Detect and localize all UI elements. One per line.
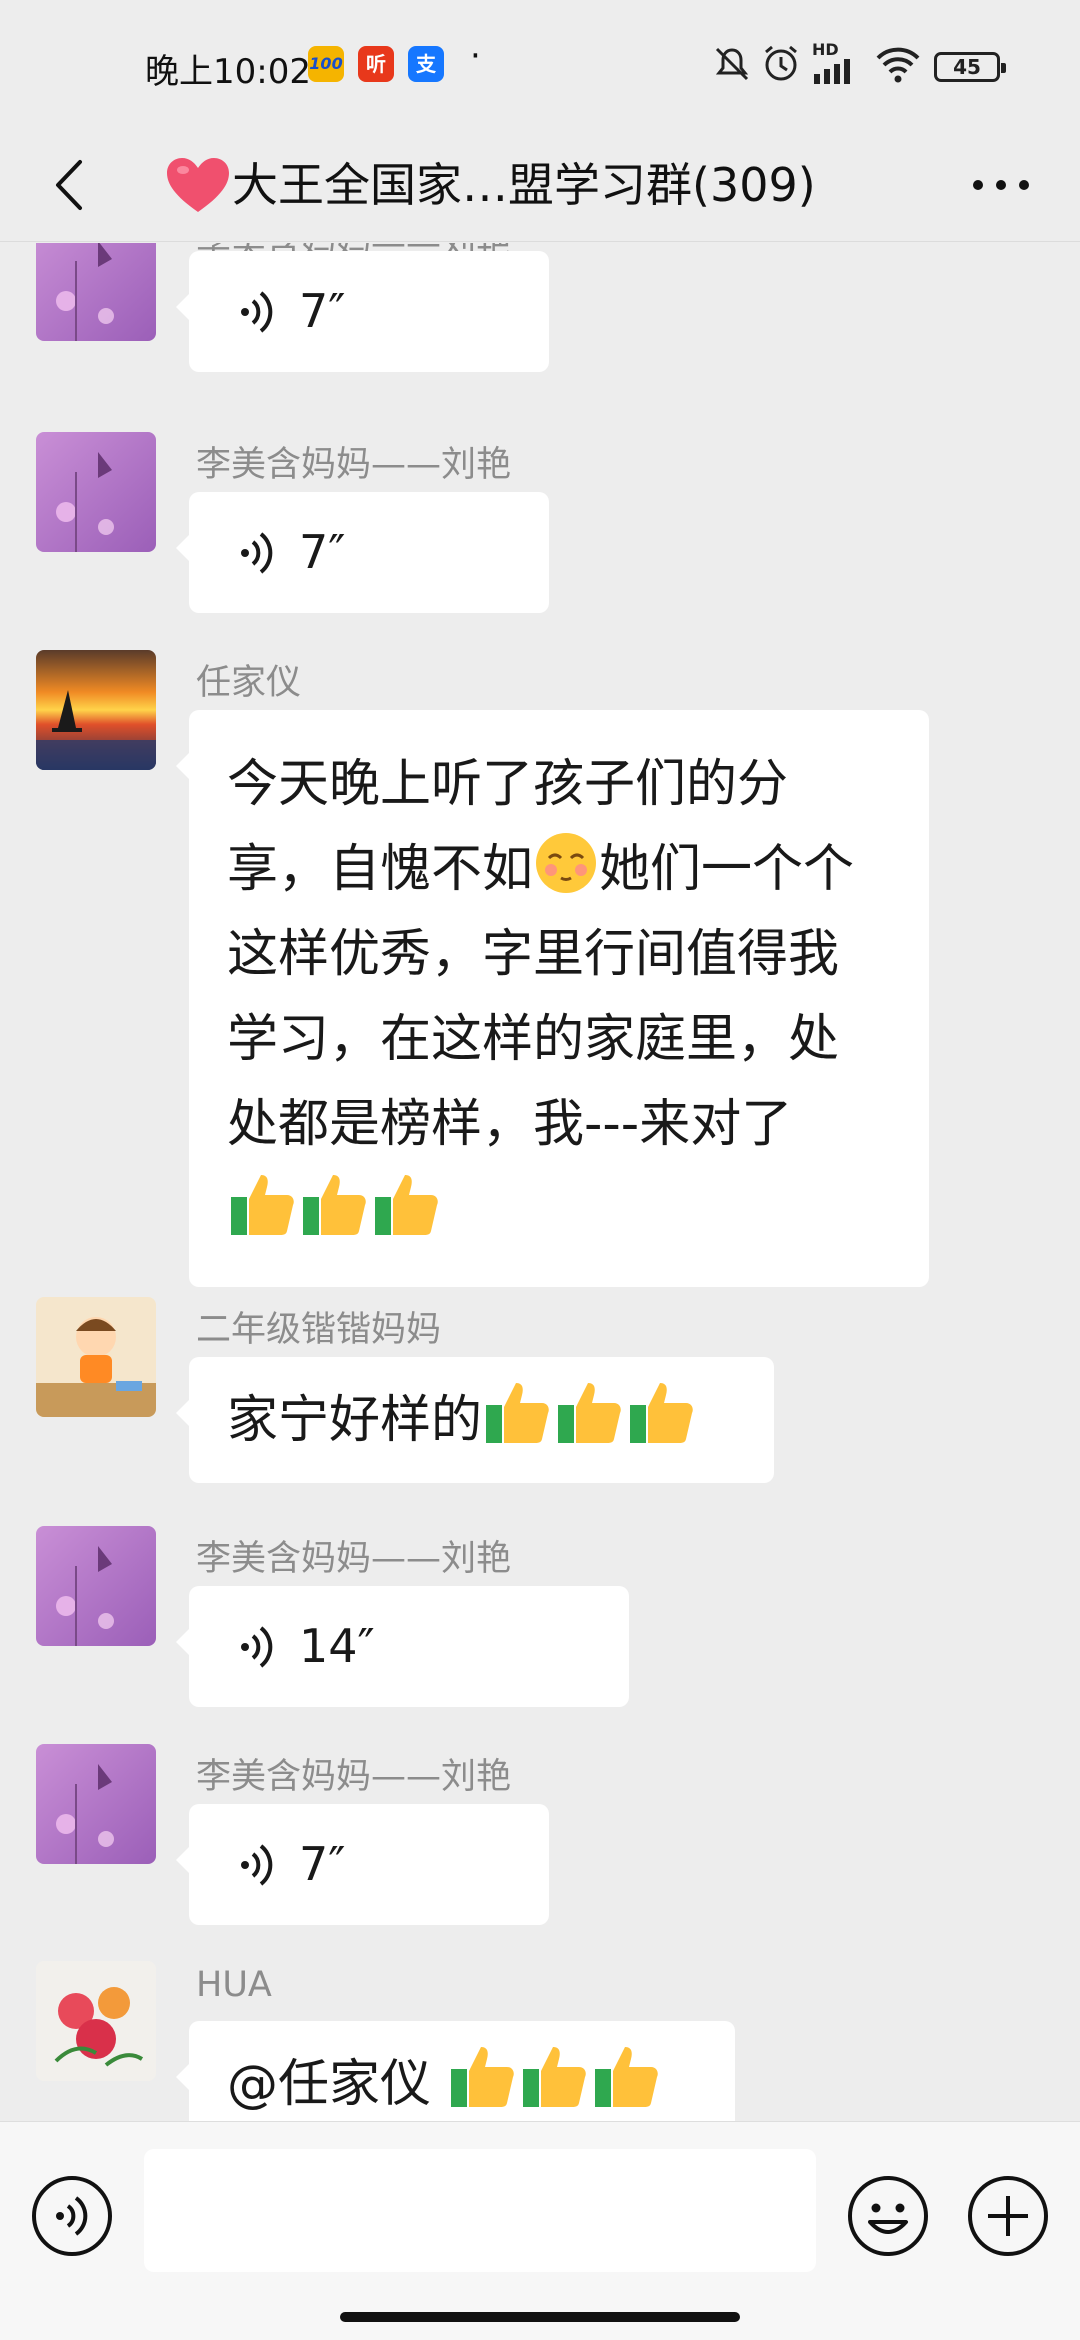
avatar[interactable] <box>36 243 156 341</box>
sender-name: 李美含妈妈——刘艳 <box>196 1539 512 1579</box>
thumbs-up-icon <box>630 1383 693 1443</box>
avatar[interactable] <box>36 1526 156 1646</box>
voice-wave-icon <box>241 1626 273 1668</box>
voice-message-bubble[interactable]: 14″ <box>176 1586 629 1707</box>
chat-title: 大王全国家…盟学习群(309) <box>232 158 816 212</box>
avatar[interactable] <box>36 650 156 770</box>
avatar[interactable] <box>36 1961 156 2081</box>
wifi-icon <box>876 47 920 83</box>
voice-duration: 14″ <box>299 1619 375 1673</box>
sender-name: 二年级锴锴妈妈 <box>196 1310 442 1350</box>
status-dot: · <box>470 36 481 76</box>
message-line: 今天晚上听了孩子们的分 <box>227 755 789 814</box>
voice-wave-icon <box>241 291 273 333</box>
avatar[interactable] <box>36 432 156 552</box>
message-line: 处都是榜样，我---来对了 <box>227 1095 793 1154</box>
app-alipay-icon: 支 <box>408 46 444 82</box>
thumbs-up-icon <box>303 1175 366 1235</box>
text-message-bubble[interactable]: 家宁好样的 <box>176 1357 774 1483</box>
status-time: 晚上10:02 <box>145 52 311 92</box>
more-functions-plus-icon[interactable] <box>966 2174 1050 2258</box>
voice-wave-icon <box>241 1844 273 1886</box>
voice-message-bubble[interactable]: 7″ <box>176 1804 549 1925</box>
more-options-button[interactable] <box>966 160 1036 210</box>
message-input[interactable] <box>144 2149 816 2272</box>
message-line: 这样优秀，字里行间值得我 <box>227 925 840 984</box>
sender-name: 任家仪 <box>196 663 302 703</box>
text-message-bubble[interactable]: @任家仪 <box>176 2021 735 2121</box>
avatar[interactable] <box>36 1744 156 1864</box>
thumbs-up-row <box>227 1167 891 1255</box>
thumbs-up-icon <box>558 1383 621 1443</box>
message-list[interactable]: 李美含妈妈——刘艳 7″ 李美含妈妈——刘艳 <box>0 243 1080 2121</box>
app-ting-icon: 听 <box>358 46 394 82</box>
avatar[interactable] <box>36 1297 156 1417</box>
alarm-icon <box>765 45 797 81</box>
shy-face-emoji-icon <box>536 833 597 893</box>
thumbs-up-icon <box>595 2047 658 2107</box>
voice-wave-icon <box>241 532 273 574</box>
sender-name: HUA <box>196 1965 272 2005</box>
thumbs-up-icon <box>451 2047 514 2107</box>
home-indicator[interactable] <box>340 2312 740 2322</box>
text-message-bubble[interactable]: 今天晚上听了孩子们的分 享，自愧不如 她们一个个 这样优秀，字里行间值得我 学习，… <box>176 710 929 1287</box>
app-100-icon: 100 <box>308 46 344 82</box>
voice-duration: 7″ <box>299 525 346 579</box>
thumbs-up-icon <box>523 2047 586 2107</box>
battery-indicator: 45 <box>934 52 1006 82</box>
emoji-picker-icon[interactable] <box>846 2174 930 2258</box>
message-line: 享，自愧不如 她们一个个 <box>227 827 891 912</box>
chat-header: 大王全国家…盟学习群(309) <box>0 130 1080 242</box>
thumbs-up-icon <box>486 1383 549 1443</box>
status-bar: 晚上10:02 100 听 支 · HD 45 <box>0 0 1080 130</box>
back-button[interactable] <box>40 150 110 220</box>
sender-name: 李美含妈妈——刘艳 <box>196 445 512 485</box>
voice-duration: 7″ <box>299 284 346 338</box>
thumbs-up-icon <box>375 1175 438 1235</box>
input-toolbar <box>0 2121 1080 2340</box>
voice-message-bubble[interactable]: 7″ <box>176 251 549 372</box>
signal-icon <box>814 59 850 84</box>
thumbs-up-icon <box>231 1175 294 1235</box>
sender-name: 李美含妈妈——刘艳 <box>196 1757 512 1797</box>
voice-duration: 7″ <box>299 1837 346 1891</box>
heart-icon <box>167 158 229 212</box>
mute-icon <box>715 47 749 81</box>
voice-message-bubble[interactable]: 7″ <box>176 492 549 613</box>
voice-input-toggle-icon[interactable] <box>30 2174 114 2258</box>
message-line: 学习，在这样的家庭里，处 <box>227 1010 840 1069</box>
